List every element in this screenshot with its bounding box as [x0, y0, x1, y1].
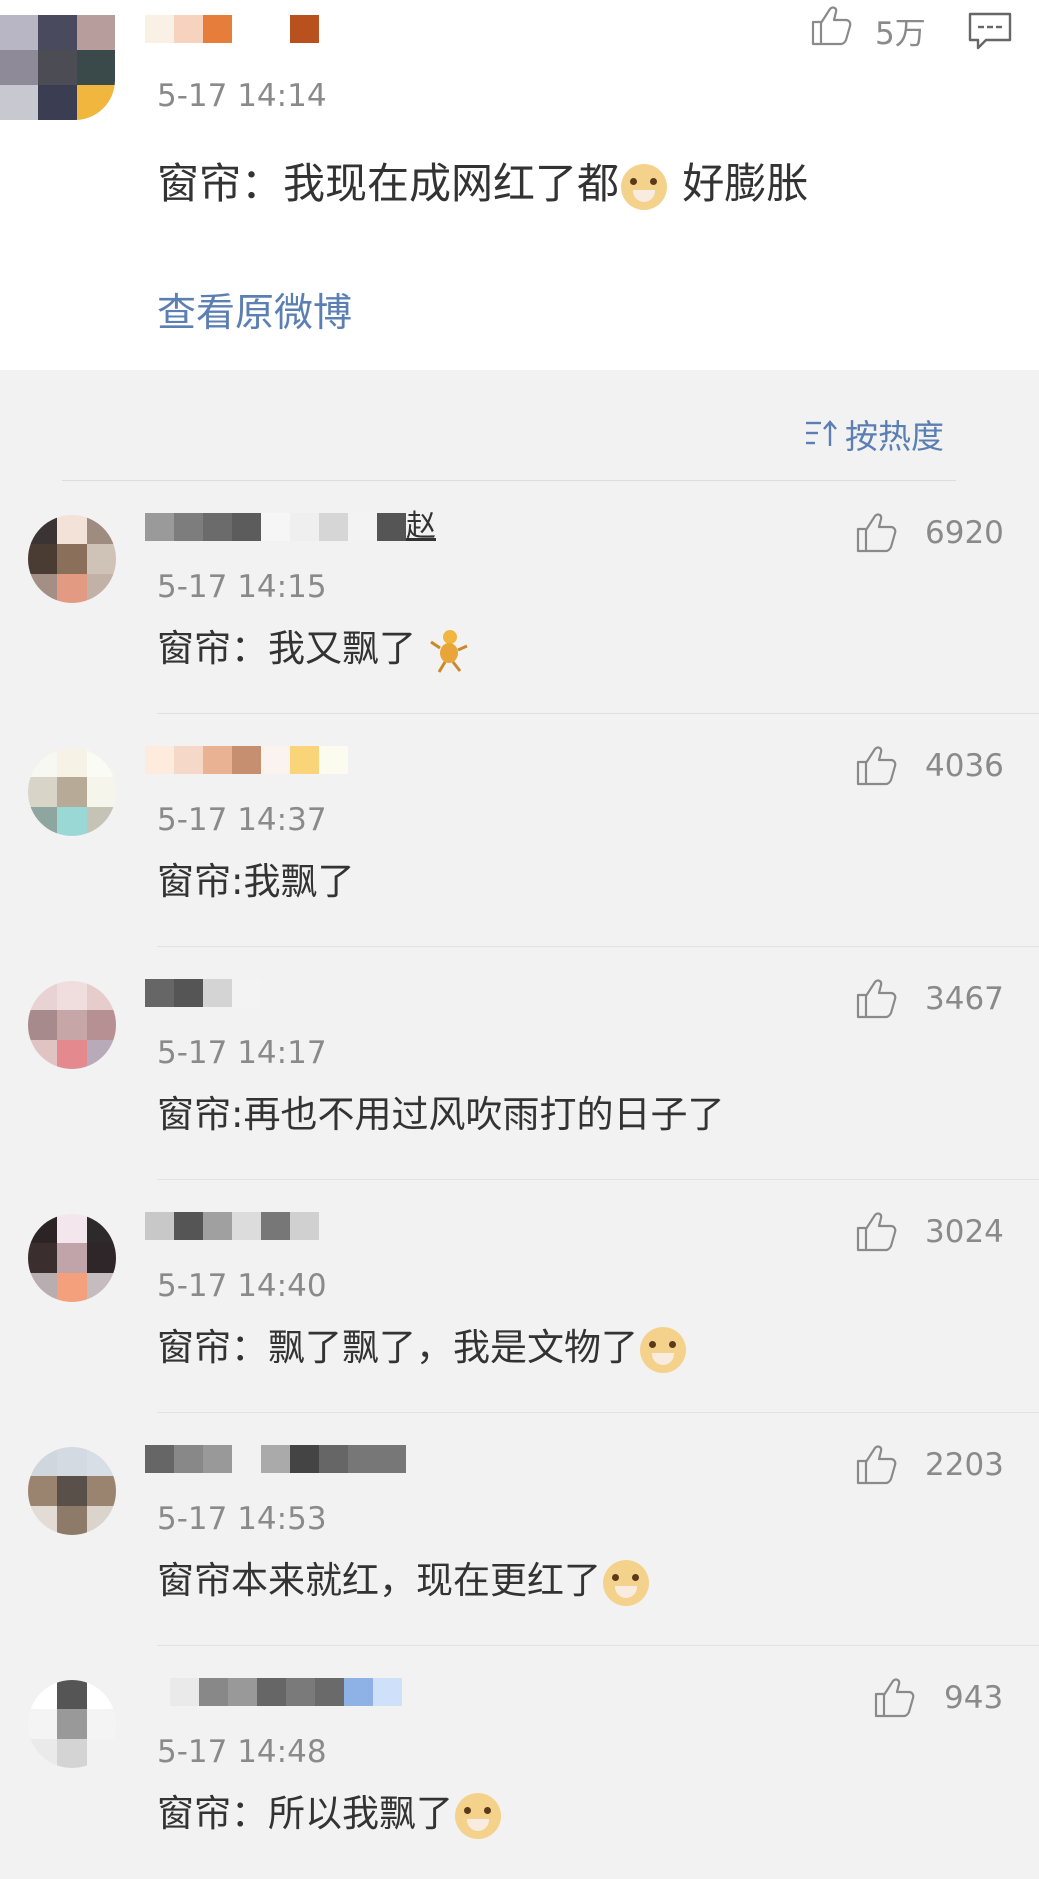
- like-count: 3024: [925, 1214, 1004, 1250]
- thumbs-up-icon[interactable]: [855, 511, 899, 553]
- username-blurred[interactable]: 赵: [145, 509, 436, 544]
- dancing-emoji: [429, 629, 468, 673]
- comment-text: 窗帘本来就红，现在更红了: [157, 1550, 651, 1606]
- comment-bubble-icon[interactable]: [968, 12, 1012, 50]
- comment-text: 窗帘:我飘了: [157, 860, 355, 903]
- thumbs-up-icon[interactable]: [855, 977, 899, 1019]
- like-count: 4036: [925, 748, 1004, 784]
- comment-time: 5-17 14:40: [157, 1268, 327, 1304]
- sort-by-hot-button[interactable]: 按热度: [805, 410, 944, 458]
- doge-emoji: [603, 1559, 649, 1606]
- like-count: 943: [944, 1680, 1004, 1716]
- username-blurred[interactable]: [145, 15, 319, 43]
- comment-time: 5-17 14:37: [157, 802, 327, 838]
- avatar[interactable]: [28, 1447, 116, 1535]
- original-post-card: 5-17 14:14 5万 窗帘：我现在成网红了都 好膨胀 查看原微博: [0, 0, 1039, 370]
- sort-icon: [806, 420, 837, 446]
- comment-item: 5-17 14:48 943 窗帘：所以我飘了: [0, 1646, 1039, 1879]
- username-blurred[interactable]: [145, 1212, 319, 1240]
- comment-time: 5-17 14:15: [157, 569, 327, 605]
- avatar[interactable]: [28, 515, 116, 603]
- sort-label: 按热度: [845, 417, 944, 456]
- comment-text: 窗帘:再也不用过风吹雨打的日子了: [157, 1093, 725, 1136]
- comment-time: 5-17 14:53: [157, 1501, 327, 1537]
- comment-item: 5-17 14:37 4036 窗帘:我飘了: [0, 714, 1039, 947]
- doge-emoji: [640, 1326, 686, 1373]
- comment-item: 赵 5-17 14:15 6920 窗帘：我又飘了: [0, 481, 1039, 714]
- like-count: 5万: [875, 16, 926, 52]
- avatar[interactable]: [28, 1680, 116, 1768]
- username-blurred[interactable]: [145, 746, 348, 774]
- doge-emoji: [455, 1792, 501, 1839]
- post-time: 5-17 14:14: [157, 78, 327, 114]
- username-blurred[interactable]: [145, 979, 261, 1007]
- view-original-link[interactable]: 查看原微博: [157, 282, 352, 338]
- avatar[interactable]: [0, 15, 115, 120]
- comment-item: 5-17 14:40 3024 窗帘：飘了飘了，我是文物了: [0, 1180, 1039, 1413]
- comment-text: 窗帘：我又飘了: [157, 618, 470, 674]
- like-count: 2203: [925, 1447, 1004, 1483]
- avatar[interactable]: [28, 1214, 116, 1302]
- avatar[interactable]: [28, 748, 116, 836]
- username-blurred[interactable]: [145, 1445, 406, 1473]
- post-text: 窗帘：我现在成网红了都 好膨胀: [157, 159, 809, 210]
- thumbs-up-icon[interactable]: [873, 1676, 917, 1718]
- comment-text: 窗帘：所以我飘了: [157, 1783, 503, 1839]
- comment-item: 5-17 14:17 3467 窗帘:再也不用过风吹雨打的日子了: [0, 947, 1039, 1180]
- comment-item: 5-17 14:53 2203 窗帘本来就红，现在更红了: [0, 1413, 1039, 1646]
- like-count: 6920: [925, 515, 1004, 551]
- thumbs-up-icon[interactable]: [855, 1443, 899, 1485]
- thumbs-up-icon[interactable]: [855, 744, 899, 786]
- username-fragment: 赵: [406, 509, 436, 544]
- avatar[interactable]: [28, 981, 116, 1069]
- comment-time: 5-17 14:17: [157, 1035, 327, 1071]
- like-count: 3467: [925, 981, 1004, 1017]
- thumbs-up-icon[interactable]: [855, 1210, 899, 1252]
- comment-text: 窗帘：飘了飘了，我是文物了: [157, 1317, 688, 1373]
- thumbs-up-icon[interactable]: [810, 4, 854, 46]
- username-blurred[interactable]: [170, 1678, 402, 1706]
- doge-emoji: [621, 163, 668, 210]
- comment-time: 5-17 14:48: [157, 1734, 327, 1770]
